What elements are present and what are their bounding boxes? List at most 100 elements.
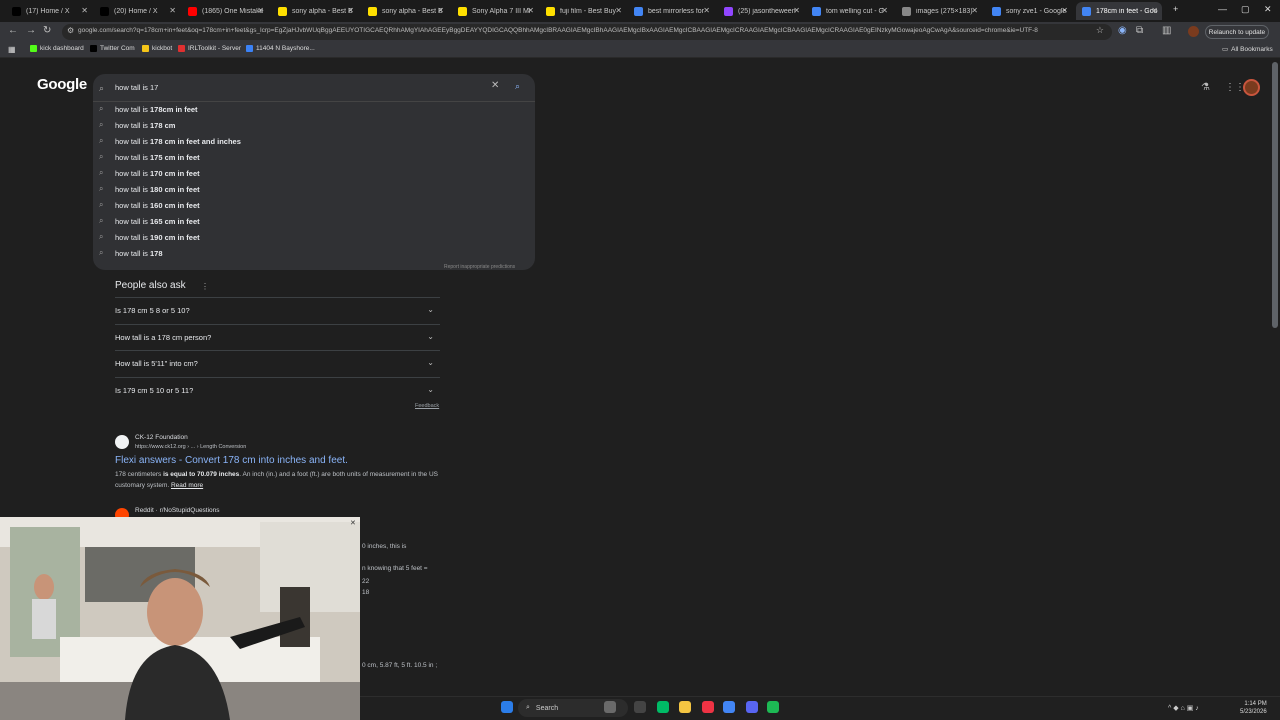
- back-icon[interactable]: ←: [8, 25, 18, 36]
- forward-icon[interactable]: →: [26, 25, 36, 36]
- bookmark-favicon: [90, 45, 97, 52]
- result-title-link[interactable]: Flexi answers - Convert 178 cm into inch…: [115, 455, 348, 466]
- chrome-icon[interactable]: [657, 701, 669, 713]
- discord-icon[interactable]: [746, 701, 758, 713]
- suggestion-prefix: how tall is: [115, 152, 151, 162]
- close-tab-icon[interactable]: ✕: [169, 6, 176, 15]
- feedback-link[interactable]: Feedback: [415, 403, 439, 409]
- close-tab-icon[interactable]: ✕: [437, 6, 444, 15]
- sidebar-icon[interactable]: ▥: [1162, 25, 1171, 36]
- apps-grid-icon[interactable]: ▦: [8, 45, 16, 54]
- search-suggestion[interactable]: ⌕ how tall is 180 cm in feet: [99, 182, 200, 196]
- search-submit-icon[interactable]: ⌕: [515, 81, 520, 92]
- tab-1[interactable]: (17) Home / X ✕: [6, 2, 92, 20]
- close-tab-icon[interactable]: ✕: [881, 6, 888, 15]
- report-predictions-link[interactable]: Report inappropriate predictions: [444, 264, 515, 270]
- close-tab-icon[interactable]: ✕: [257, 6, 264, 15]
- search-suggestion[interactable]: ⌕ how tall is 170 cm in feet: [99, 166, 200, 180]
- tab-8[interactable]: best mirrorless for ✕: [628, 2, 714, 20]
- labs-flask-icon[interactable]: ⚗: [1201, 82, 1210, 93]
- bookmark-item[interactable]: Twitter Com: [90, 45, 135, 52]
- bookmark-item[interactable]: kick dashboard: [30, 45, 84, 52]
- extensions-icon[interactable]: ⧉: [1136, 25, 1143, 36]
- tab-7[interactable]: fuji film - Best Buy ✕: [540, 2, 626, 20]
- close-tab-icon[interactable]: ✕: [1151, 6, 1158, 15]
- chevron-down-icon[interactable]: ⌄: [427, 358, 434, 367]
- site-info-icon[interactable]: ⚙: [67, 26, 74, 35]
- search-suggestion[interactable]: ⌕ how tall is 165 cm in feet: [99, 214, 200, 228]
- task-view-icon[interactable]: [634, 701, 646, 713]
- new-tab-button[interactable]: +: [1173, 4, 1178, 14]
- chrome-icon[interactable]: [723, 701, 735, 713]
- close-tab-icon[interactable]: ✕: [793, 6, 800, 15]
- system-tray-icon[interactable]: ^ ◆ ⌂ ▣ ♪: [1168, 704, 1199, 712]
- page-scrollbar[interactable]: [1272, 62, 1278, 328]
- address-bar-url[interactable]: google.com/search?q=178cm+in+feet&oq=178…: [78, 27, 1088, 34]
- search-suggestion[interactable]: ⌕ how tall is 175 cm in feet: [99, 150, 200, 164]
- app-icon[interactable]: [702, 701, 714, 713]
- minimize-button[interactable]: —: [1218, 4, 1227, 14]
- more-options-icon[interactable]: ⋮: [201, 282, 209, 291]
- x-logo-icon: [100, 6, 109, 16]
- search-suggestion[interactable]: ⌕ how tall is 160 cm in feet: [99, 198, 200, 212]
- cast-icon[interactable]: ◉: [1118, 25, 1127, 36]
- paa-question[interactable]: Is 179 cm 5 10 or 5 11? ⌄: [115, 376, 440, 403]
- google-logo[interactable]: Google: [37, 76, 87, 93]
- bookmark-item[interactable]: IRLToolkit - Server: [178, 45, 241, 52]
- profile-avatar[interactable]: [1188, 26, 1199, 37]
- suggestion-completion: 178: [150, 248, 163, 258]
- search-suggestion[interactable]: ⌕ how tall is 178cm in feet: [99, 102, 198, 116]
- tab-12[interactable]: sony zve1 - Google ✕: [986, 2, 1072, 20]
- close-tab-icon[interactable]: ✕: [81, 6, 88, 15]
- tab-10[interactable]: tom welling cut - G ✕: [806, 2, 892, 20]
- tab-13[interactable]: 178cm in feet - Goo ✕: [1076, 2, 1162, 20]
- close-tab-icon[interactable]: ✕: [615, 6, 622, 15]
- search-input[interactable]: [115, 81, 485, 93]
- paa-question[interactable]: How tall is 5'11" into cm? ⌄: [115, 350, 440, 376]
- bookmark-item[interactable]: 11404 N Bayshore...: [246, 45, 315, 52]
- all-bookmarks-button[interactable]: ▭ All Bookmarks: [1222, 45, 1273, 54]
- account-avatar[interactable]: [1243, 79, 1260, 96]
- chevron-down-icon[interactable]: ⌄: [427, 305, 434, 314]
- close-tab-icon[interactable]: ✕: [971, 6, 978, 15]
- close-tab-icon[interactable]: ✕: [1061, 6, 1068, 15]
- read-more-link[interactable]: Read more: [171, 482, 203, 489]
- reload-icon[interactable]: ↻: [43, 25, 51, 36]
- bookmark-label: 11404 N Bayshore...: [256, 45, 315, 52]
- bestbuy-icon: [546, 6, 555, 16]
- windows-start-icon[interactable]: [501, 701, 513, 713]
- maximize-button[interactable]: ▢: [1241, 4, 1250, 15]
- result-url[interactable]: https://www.ck12.org › ... › Length Conv…: [135, 444, 246, 450]
- chevron-down-icon[interactable]: ⌄: [427, 385, 434, 394]
- clear-search-icon[interactable]: ✕: [491, 80, 499, 91]
- tab-2[interactable]: (20) Home / X ✕: [94, 2, 180, 20]
- spotify-icon[interactable]: [767, 701, 779, 713]
- tab-11[interactable]: images (275×183) ✕: [896, 2, 982, 20]
- close-window-button[interactable]: ✕: [1264, 4, 1272, 15]
- search-suggestion[interactable]: ⌕ how tall is 190 cm in feet: [99, 230, 200, 244]
- search-suggestion[interactable]: ⌕ how tall is 178 cm in feet and inches: [99, 134, 241, 148]
- close-overlay-icon[interactable]: ✕: [350, 519, 356, 527]
- tab-9[interactable]: (25) jasontheween ✕: [718, 2, 804, 20]
- file-explorer-icon[interactable]: [679, 701, 691, 713]
- tab-5[interactable]: sony alpha - Best B ✕: [362, 2, 448, 20]
- close-tab-icon[interactable]: ✕: [527, 6, 534, 15]
- paa-question[interactable]: Is 178 cm 5 8 or 5 10? ⌄: [115, 297, 440, 323]
- tab-4[interactable]: sony alpha - Best B ✕: [272, 2, 358, 20]
- close-tab-icon[interactable]: ✕: [347, 6, 354, 15]
- paa-question[interactable]: How tall is a 178 cm person? ⌄: [115, 323, 440, 350]
- search-suggestion[interactable]: ⌕ how tall is 178: [99, 246, 163, 260]
- tab-6[interactable]: Sony Alpha 7 III Mi ✕: [452, 2, 538, 20]
- taskbar-clock[interactable]: 1:14 PM 5/23/2026: [1240, 700, 1267, 716]
- relaunch-button[interactable]: Relaunch to update: [1205, 25, 1269, 39]
- search-suggestion[interactable]: ⌕ how tall is 178 cm: [99, 118, 175, 132]
- close-tab-icon[interactable]: ✕: [703, 6, 710, 15]
- tab-3[interactable]: (1865) One Mistake ✕: [182, 2, 268, 20]
- bookmark-star-icon[interactable]: ☆: [1096, 25, 1104, 36]
- search-icon: ⌕: [99, 232, 104, 241]
- widgets-icon[interactable]: [604, 701, 616, 713]
- tab-strip: (17) Home / X ✕ (20) Home / X ✕ (1865) One M…: [0, 0, 1280, 22]
- address-bar[interactable]: ⚙ google.com/search?q=178cm+in+feet&oq=1…: [62, 24, 1112, 40]
- bookmark-item[interactable]: kickbot: [142, 45, 172, 52]
- chevron-down-icon[interactable]: ⌄: [427, 332, 434, 341]
